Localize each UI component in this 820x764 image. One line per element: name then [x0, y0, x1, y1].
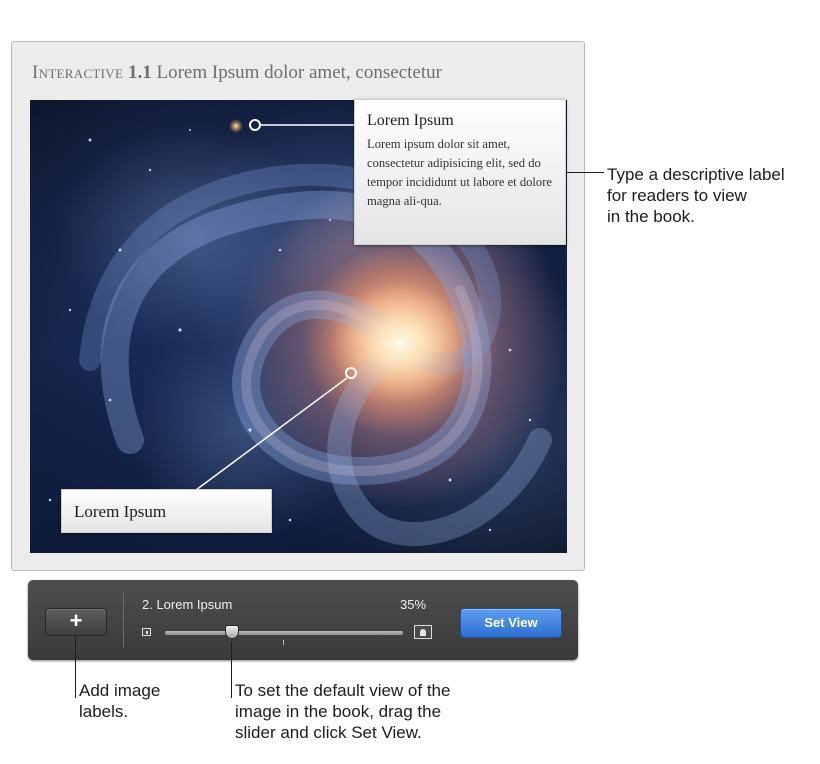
annotation-set-view: To set the default view of the image in … [235, 680, 535, 743]
toolbar-divider [123, 592, 124, 648]
annotation-label-description: Type a descriptive label for readers to … [607, 164, 819, 227]
callout-top-body: Lorem ipsum dolor sit amet, consectetur … [367, 137, 553, 208]
current-label-name: 2. Lorem Ipsum [142, 597, 233, 612]
marker-center[interactable] [345, 367, 357, 379]
set-view-button[interactable]: Set View [460, 608, 562, 638]
zoom-slider-track[interactable] [165, 631, 403, 635]
label-toolbar: + 2. Lorem Ipsum 35% Set View [28, 580, 578, 660]
callout-label-bottom[interactable]: Lorem Ipsum [61, 489, 272, 533]
annotation-right-line2: for readers to view [607, 186, 747, 205]
add-label-button[interactable]: + [45, 608, 107, 636]
callout-bottom-title: Lorem Ipsum [74, 502, 167, 521]
annotation-add-labels: Add image labels. [79, 680, 219, 722]
slider-tick-mark [283, 640, 284, 645]
annotation-right-line3: in the book. [607, 207, 695, 226]
marker-top[interactable] [249, 119, 261, 131]
annotation-add-line2: labels. [79, 702, 129, 721]
zoom-percent: 35% [400, 597, 427, 612]
annotation-slider-line2: image in the book, drag the [235, 702, 442, 721]
plus-icon: + [69, 608, 83, 633]
annotation-leader-add [75, 636, 76, 698]
annotation-add-line1: Add image [79, 681, 161, 700]
annotation-slider-line3: slider and click Set View. [235, 723, 422, 742]
large-image-icon [414, 625, 432, 639]
callout-top-title: Lorem Ipsum [367, 112, 454, 129]
callout-label-top[interactable]: Lorem Ipsum Lorem ipsum dolor sit amet, … [354, 99, 566, 245]
annotation-leader-right [566, 172, 604, 173]
zoom-slider-thumb[interactable] [224, 625, 239, 639]
annotation-leader-slider [231, 642, 232, 698]
annotation-slider-line1: To set the default view of the [235, 681, 451, 700]
small-image-icon [142, 628, 151, 636]
annotation-right-line1: Type a descriptive label [607, 165, 785, 184]
